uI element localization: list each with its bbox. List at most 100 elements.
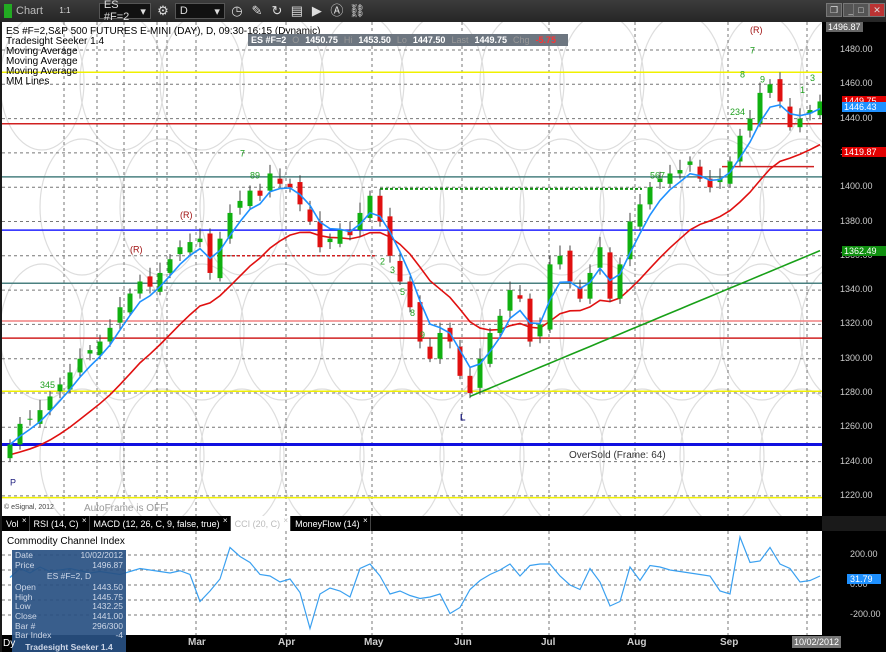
window-title: Chart — [16, 5, 43, 17]
info-label: Bar Index — [15, 630, 52, 641]
maximize-button[interactable]: □ — [853, 3, 869, 17]
tab-macd[interactable]: MACD (12, 26, C, 9, false, true) × — [90, 516, 231, 531]
close-tab-icon[interactable]: × — [363, 514, 368, 528]
alert-icon[interactable]: Ⓐ — [329, 3, 345, 19]
last-value: 1449.75 — [474, 35, 508, 45]
clock-icon[interactable]: ◷ — [229, 3, 245, 19]
frame-ellipse — [639, 13, 725, 151]
candle-body — [247, 190, 253, 207]
quote-symbol: ES #F=2 — [251, 35, 287, 45]
month-label: Mar — [188, 637, 206, 648]
seeker-marker: 89 — [250, 171, 260, 181]
info-label: Price — [15, 559, 35, 570]
tab-vol[interactable]: Vol × — [2, 516, 30, 531]
restore-button[interactable]: ❐ — [826, 3, 842, 17]
candle-body — [267, 173, 273, 191]
open-value: 1450.75 — [305, 35, 338, 45]
pencil-icon[interactable]: ✎ — [249, 3, 265, 19]
candle-body — [187, 242, 193, 253]
close-tab-icon[interactable]: × — [283, 514, 288, 528]
tab-label: RSI (14, C) — [33, 519, 79, 529]
candle-body — [167, 259, 173, 273]
candle-body — [507, 290, 513, 311]
gear-icon[interactable]: ⚙ — [155, 3, 171, 19]
candle-body — [607, 252, 613, 299]
close-tab-icon[interactable]: × — [82, 514, 87, 528]
candle-body — [667, 173, 673, 184]
legend-study[interactable]: MM Lines — [6, 76, 49, 87]
candle-body — [317, 221, 323, 248]
price-tag: 1419.87 — [842, 147, 886, 158]
study-tabs: Vol × RSI (14, C) × MACD (12, 26, C, 9, fals… — [2, 516, 822, 531]
cci-canvas[interactable] — [2, 531, 886, 635]
frame-ellipse — [519, 138, 605, 276]
link-badge-icon[interactable]: 1:1 — [55, 3, 75, 19]
seeker-marker: 8 — [740, 69, 745, 79]
moving-average-blue — [9, 104, 821, 446]
price-tick-label: 1320.00 — [840, 318, 873, 329]
autoframe-status: AutoFrame is OFF — [84, 503, 167, 514]
candle-body — [797, 118, 803, 128]
interval-select[interactable]: D ▾ — [174, 3, 225, 19]
close-button[interactable]: ✕ — [869, 3, 885, 17]
candle-body — [327, 238, 333, 243]
candle-body — [107, 327, 113, 342]
frame-ellipse — [439, 138, 525, 276]
seeker-marker: P — [10, 478, 16, 488]
candle-body — [567, 250, 573, 282]
seeker-marker: L — [460, 412, 466, 422]
candle-body — [407, 281, 413, 308]
frame-ellipse — [159, 13, 245, 151]
seeker-marker: 2 — [380, 256, 385, 266]
close-tab-icon[interactable]: × — [223, 514, 228, 528]
seeker-marker: 567 — [650, 171, 665, 181]
frame-ellipse — [319, 263, 405, 401]
seeker-marker: 1 — [800, 85, 805, 95]
candle-body — [257, 190, 263, 196]
candle-body — [517, 295, 523, 299]
frame-ellipse — [719, 13, 805, 151]
cursor-date-label: 10/02/2012 — [792, 636, 842, 648]
price-tag: 1362.49 — [842, 245, 886, 256]
cci-tick-label: 200.00 — [850, 549, 878, 559]
play-icon[interactable]: ▶ — [309, 3, 325, 19]
candle-body — [117, 307, 123, 323]
candle-body — [557, 255, 563, 265]
month-label: Aug — [627, 637, 647, 648]
study-icon[interactable]: ↻ — [269, 3, 285, 19]
price-tick-label: 1280.00 — [840, 387, 873, 397]
price-tag: 1446.43 — [842, 101, 886, 112]
symbol-input[interactable]: ES #F=2 ▾ — [98, 0, 151, 23]
price-tick-label: 1380.00 — [840, 215, 873, 226]
price-chart[interactable]: (R) (R) (R) L P 7 7 8 9 1 3 2 3 5 8 9 567 234 345 89 ES #F=… — [0, 13, 886, 526]
candle-body — [47, 396, 53, 411]
tab-label: CCI (20, C) — [234, 519, 281, 529]
symbol-value: ES #F=2 — [103, 0, 130, 23]
oversold-label: OverSold (Frame: 64) — [569, 450, 666, 461]
month-label: May — [364, 637, 384, 648]
candle-body — [437, 332, 443, 359]
price-chart-canvas[interactable]: (R)(R)(R)LP7789132358956723434589 — [0, 13, 886, 526]
candle-body — [7, 444, 13, 459]
candle-body — [57, 384, 63, 392]
close-tab-icon[interactable]: × — [22, 514, 27, 528]
link-icon[interactable]: ⛓ — [349, 3, 366, 19]
seeker-marker: 345 — [40, 380, 55, 390]
frame-ellipse — [719, 263, 805, 401]
template-icon[interactable]: ▤ — [289, 3, 305, 19]
candles — [7, 72, 823, 462]
tab-moneyflow[interactable]: MoneyFlow (14) × — [291, 516, 371, 531]
cci-tick-label: -200.00 — [850, 609, 881, 619]
price-tick-label: 1220.00 — [840, 489, 873, 500]
price-tick-label: 1340.00 — [840, 284, 873, 295]
candle-body — [647, 187, 653, 205]
candle-body — [497, 315, 503, 333]
interval-value: D — [179, 5, 188, 17]
info-footer: Tradesight Seeker 1.4 — [25, 641, 113, 652]
tab-rsi[interactable]: RSI (14, C) × — [30, 516, 90, 531]
candle-body — [147, 276, 153, 287]
tab-cci[interactable]: CCI (20, C) × — [230, 514, 292, 531]
cci-pane[interactable]: Commodity Channel Index 200.000.00-200.0… — [2, 531, 886, 635]
candle-body — [747, 118, 753, 131]
time-axis[interactable]: Mar Apr May Jun Jul Aug Sep 10/02/2012 — [2, 635, 886, 652]
